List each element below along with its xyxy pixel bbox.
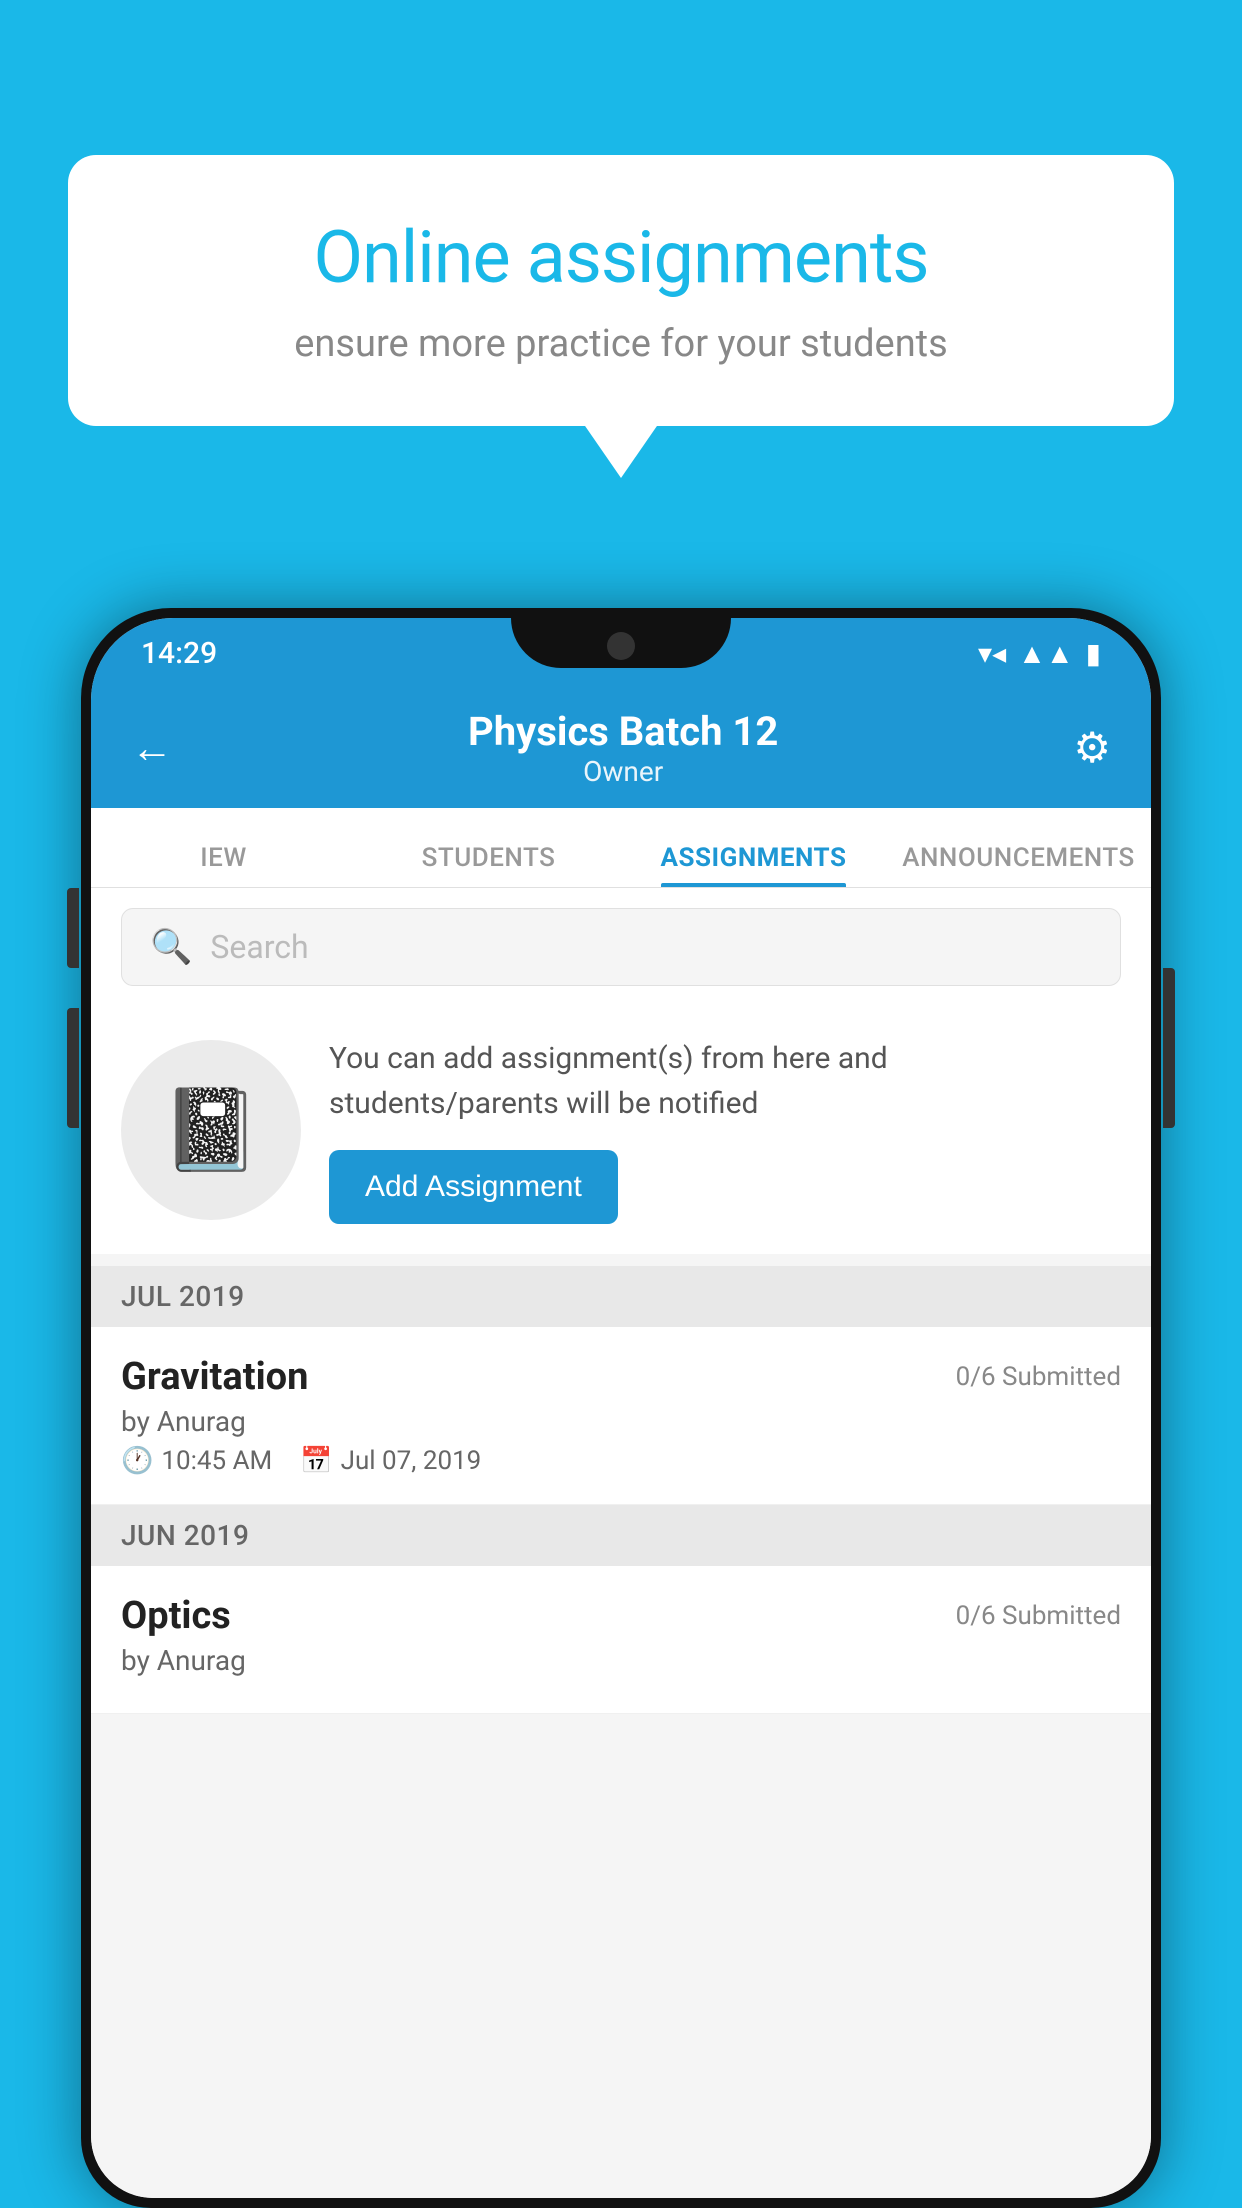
- header-title: Physics Batch 12: [468, 708, 778, 755]
- settings-button[interactable]: ⚙: [1073, 723, 1111, 773]
- bubble-subtitle: ensure more practice for your students: [138, 322, 1104, 366]
- assignment-item-optics[interactable]: Optics 0/6 Submitted by Anurag: [91, 1566, 1151, 1714]
- battery-icon: ▮: [1086, 637, 1101, 670]
- search-icon: 🔍: [150, 927, 192, 967]
- assignment-author-optics: by Anurag: [121, 1644, 1121, 1677]
- bubble-title: Online assignments: [138, 215, 1104, 300]
- search-container: 🔍 Search: [91, 888, 1151, 1006]
- assignment-title-gravitation: Gravitation: [121, 1355, 308, 1399]
- assignment-icon: 📓: [161, 1083, 261, 1177]
- assignment-status-gravitation: 0/6 Submitted: [956, 1362, 1121, 1392]
- assignment-date: 📅 Jul 07, 2019: [300, 1446, 481, 1476]
- assignment-author-gravitation: by Anurag: [121, 1405, 1121, 1438]
- tab-bar: IEW STUDENTS ASSIGNMENTS ANNOUNCEMENTS: [91, 808, 1151, 888]
- tab-students[interactable]: STUDENTS: [356, 843, 621, 887]
- promo-description: You can add assignment(s) from here and …: [329, 1036, 1121, 1126]
- assignment-title-optics: Optics: [121, 1594, 231, 1638]
- promo-content: You can add assignment(s) from here and …: [329, 1036, 1121, 1224]
- phone-screen: 14:29 ▾◂ ▲▲ ▮ ← Physics Batch 12 Owner ⚙…: [91, 618, 1151, 2198]
- assignment-item-gravitation[interactable]: Gravitation 0/6 Submitted by Anurag 🕐 10…: [91, 1327, 1151, 1505]
- calendar-icon: 📅: [300, 1446, 332, 1476]
- back-button[interactable]: ←: [131, 724, 173, 773]
- header-title-group: Physics Batch 12 Owner: [468, 708, 778, 788]
- app-content: 🔍 Search 📓 You can add assignment(s) fro…: [91, 888, 1151, 2198]
- speech-bubble: Online assignments ensure more practice …: [68, 155, 1174, 426]
- app-header: ← Physics Batch 12 Owner ⚙: [91, 688, 1151, 808]
- tab-iew[interactable]: IEW: [91, 843, 356, 887]
- phone-notch: [511, 618, 731, 668]
- promo-section: 📓 You can add assignment(s) from here an…: [91, 1006, 1151, 1254]
- search-placeholder: Search: [210, 928, 308, 966]
- add-assignment-button[interactable]: Add Assignment: [329, 1150, 618, 1224]
- tab-announcements[interactable]: ANNOUNCEMENTS: [886, 843, 1151, 887]
- header-subtitle: Owner: [468, 755, 778, 788]
- promo-icon-circle: 📓: [121, 1040, 301, 1220]
- power-button: [1163, 968, 1175, 1128]
- assignment-time: 🕐 10:45 AM: [121, 1446, 272, 1476]
- phone-frame: 14:29 ▾◂ ▲▲ ▮ ← Physics Batch 12 Owner ⚙…: [81, 608, 1161, 2208]
- assignment-time-value: 10:45 AM: [161, 1446, 272, 1476]
- status-time: 14:29: [141, 636, 217, 671]
- assignment-status-optics: 0/6 Submitted: [956, 1601, 1121, 1631]
- signal-icon: ▲▲: [1018, 637, 1073, 670]
- volume-down-button: [67, 1008, 79, 1128]
- assignment-row1-optics: Optics 0/6 Submitted: [121, 1594, 1121, 1638]
- tab-assignments[interactable]: ASSIGNMENTS: [621, 843, 886, 887]
- volume-up-button: [67, 888, 79, 968]
- status-bar: 14:29 ▾◂ ▲▲ ▮: [91, 618, 1151, 688]
- section-header-jul: JUL 2019: [91, 1266, 1151, 1327]
- status-icons: ▾◂ ▲▲ ▮: [978, 637, 1101, 670]
- front-camera: [607, 632, 635, 660]
- assignment-meta-gravitation: 🕐 10:45 AM 📅 Jul 07, 2019: [121, 1446, 1121, 1476]
- wifi-icon: ▾◂: [978, 637, 1006, 670]
- section-header-jun: JUN 2019: [91, 1505, 1151, 1566]
- assignment-row1: Gravitation 0/6 Submitted: [121, 1355, 1121, 1399]
- assignment-date-value: Jul 07, 2019: [341, 1446, 482, 1476]
- search-box[interactable]: 🔍 Search: [121, 908, 1121, 986]
- clock-icon: 🕐: [121, 1446, 153, 1476]
